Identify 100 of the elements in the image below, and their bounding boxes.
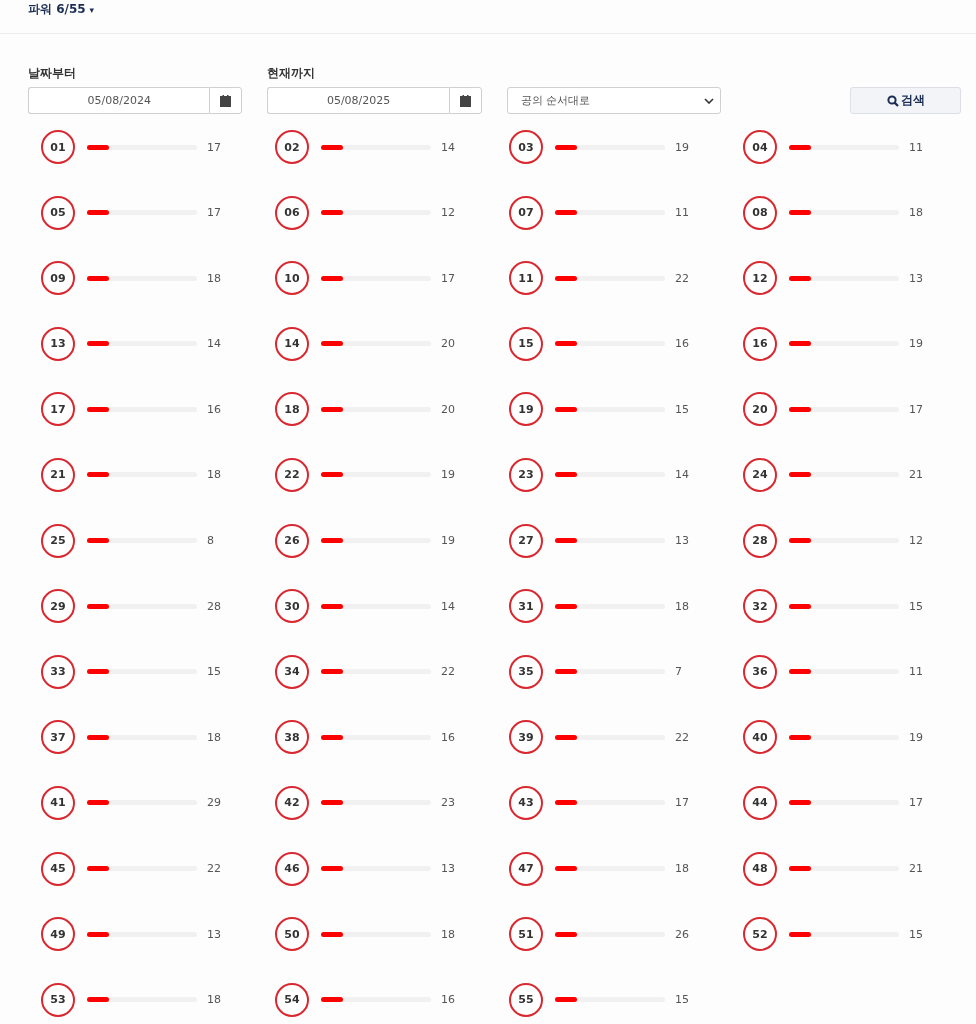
date-field[interactable]: 05/08/2025 bbox=[267, 87, 449, 114]
calendar-button[interactable] bbox=[209, 87, 243, 114]
search-icon bbox=[886, 94, 899, 107]
ball-number: 55 bbox=[509, 982, 543, 1017]
lottery-dropdown[interactable]: 파워 6/55 ▾ bbox=[28, 1, 95, 18]
draw-count: 22 bbox=[207, 862, 221, 876]
search-button[interactable]: 검색 bbox=[850, 87, 961, 114]
ball-number: 45 bbox=[41, 851, 75, 886]
draw-count: 19 bbox=[909, 337, 923, 351]
draw-count: 17 bbox=[909, 796, 923, 810]
ball-number: 17 bbox=[41, 392, 75, 427]
ball-number: 28 bbox=[743, 523, 777, 558]
draw-count: 19 bbox=[675, 140, 689, 154]
draw-count: 18 bbox=[675, 862, 689, 876]
draw-count: 16 bbox=[207, 402, 221, 416]
draw-count: 14 bbox=[675, 468, 689, 482]
draw-count: 22 bbox=[675, 730, 689, 744]
draw-count: 18 bbox=[207, 993, 221, 1007]
draw-count: 21 bbox=[909, 468, 923, 482]
ball-number: 06 bbox=[275, 195, 309, 230]
date-label: 날짜부터 bbox=[28, 66, 77, 81]
draw-count: 17 bbox=[441, 271, 455, 285]
calendar-icon bbox=[459, 94, 471, 107]
ball-number: 52 bbox=[743, 917, 777, 952]
draw-count: 29 bbox=[207, 796, 221, 810]
ball-number: 07 bbox=[509, 195, 543, 230]
ball-number: 42 bbox=[275, 785, 309, 820]
ball-number: 34 bbox=[275, 654, 309, 689]
draw-count: 20 bbox=[441, 402, 455, 416]
ball-number: 47 bbox=[509, 851, 543, 886]
ball-number: 14 bbox=[275, 326, 309, 361]
ball-number: 29 bbox=[41, 589, 75, 624]
ball-number: 18 bbox=[275, 392, 309, 427]
draw-count: 12 bbox=[441, 206, 455, 220]
ball-number: 49 bbox=[41, 917, 75, 952]
ball-number: 33 bbox=[41, 654, 75, 689]
ball-number: 39 bbox=[509, 720, 543, 755]
ball-number: 25 bbox=[41, 523, 75, 558]
draw-count: 16 bbox=[675, 337, 689, 351]
ball-number: 51 bbox=[509, 917, 543, 952]
draw-count: 8 bbox=[207, 534, 214, 548]
draw-count: 15 bbox=[909, 599, 923, 613]
draw-count: 13 bbox=[441, 862, 455, 876]
ball-number: 50 bbox=[275, 917, 309, 952]
ball-number: 27 bbox=[509, 523, 543, 558]
ball-number: 48 bbox=[743, 851, 777, 886]
ball-number: 02 bbox=[275, 130, 309, 164]
date-field[interactable]: 05/08/2024 bbox=[28, 87, 210, 114]
draw-count: 15 bbox=[207, 665, 221, 679]
draw-count: 17 bbox=[207, 206, 221, 220]
ball-number: 19 bbox=[509, 392, 543, 427]
draw-count: 19 bbox=[441, 468, 455, 482]
ball-number: 13 bbox=[41, 326, 75, 361]
draw-count: 11 bbox=[675, 206, 689, 220]
draw-count: 22 bbox=[675, 271, 689, 285]
ball-number: 31 bbox=[509, 589, 543, 624]
draw-count: 18 bbox=[207, 468, 221, 482]
draw-count: 12 bbox=[909, 534, 923, 548]
ball-number: 35 bbox=[509, 654, 543, 689]
ball-number: 01 bbox=[41, 130, 75, 164]
ball-number: 23 bbox=[509, 457, 543, 492]
ball-number: 12 bbox=[743, 261, 777, 296]
ball-number: 54 bbox=[275, 982, 309, 1017]
draw-count: 15 bbox=[675, 402, 689, 416]
calendar-icon bbox=[220, 94, 232, 107]
ball-number: 20 bbox=[743, 392, 777, 427]
draw-count: 14 bbox=[207, 337, 221, 351]
draw-count: 23 bbox=[441, 796, 455, 810]
draw-count: 13 bbox=[207, 927, 221, 941]
ball-number: 30 bbox=[275, 589, 309, 624]
draw-count: 17 bbox=[207, 140, 221, 154]
ball-number: 08 bbox=[743, 195, 777, 230]
ball-number: 26 bbox=[275, 523, 309, 558]
ball-number: 15 bbox=[509, 326, 543, 361]
draw-count: 18 bbox=[207, 730, 221, 744]
sort-select[interactable]: 공의 순서대로 bbox=[506, 87, 722, 114]
draw-count: 13 bbox=[909, 271, 923, 285]
draw-count: 11 bbox=[909, 665, 923, 679]
draw-count: 13 bbox=[675, 534, 689, 548]
draw-count: 17 bbox=[675, 796, 689, 810]
ball-number: 04 bbox=[743, 130, 777, 164]
draw-count: 16 bbox=[441, 993, 455, 1007]
date-label: 현재까지 bbox=[267, 66, 317, 81]
ball-number: 43 bbox=[509, 785, 543, 820]
ball-number: 09 bbox=[41, 261, 75, 296]
draw-count: 16 bbox=[441, 730, 455, 744]
draw-count: 18 bbox=[207, 271, 221, 285]
calendar-button[interactable] bbox=[448, 87, 482, 114]
ball-number: 37 bbox=[41, 720, 75, 755]
draw-count: 14 bbox=[441, 599, 455, 613]
ball-number: 40 bbox=[743, 720, 777, 755]
ball-number: 10 bbox=[275, 261, 309, 296]
ball-number: 22 bbox=[275, 457, 309, 492]
draw-count: 22 bbox=[441, 665, 455, 679]
draw-count: 19 bbox=[441, 534, 455, 548]
ball-number: 44 bbox=[743, 785, 777, 820]
ball-number: 46 bbox=[275, 851, 309, 886]
ball-number: 38 bbox=[275, 720, 309, 755]
ball-number: 32 bbox=[743, 589, 777, 624]
ball-number: 24 bbox=[743, 457, 777, 492]
